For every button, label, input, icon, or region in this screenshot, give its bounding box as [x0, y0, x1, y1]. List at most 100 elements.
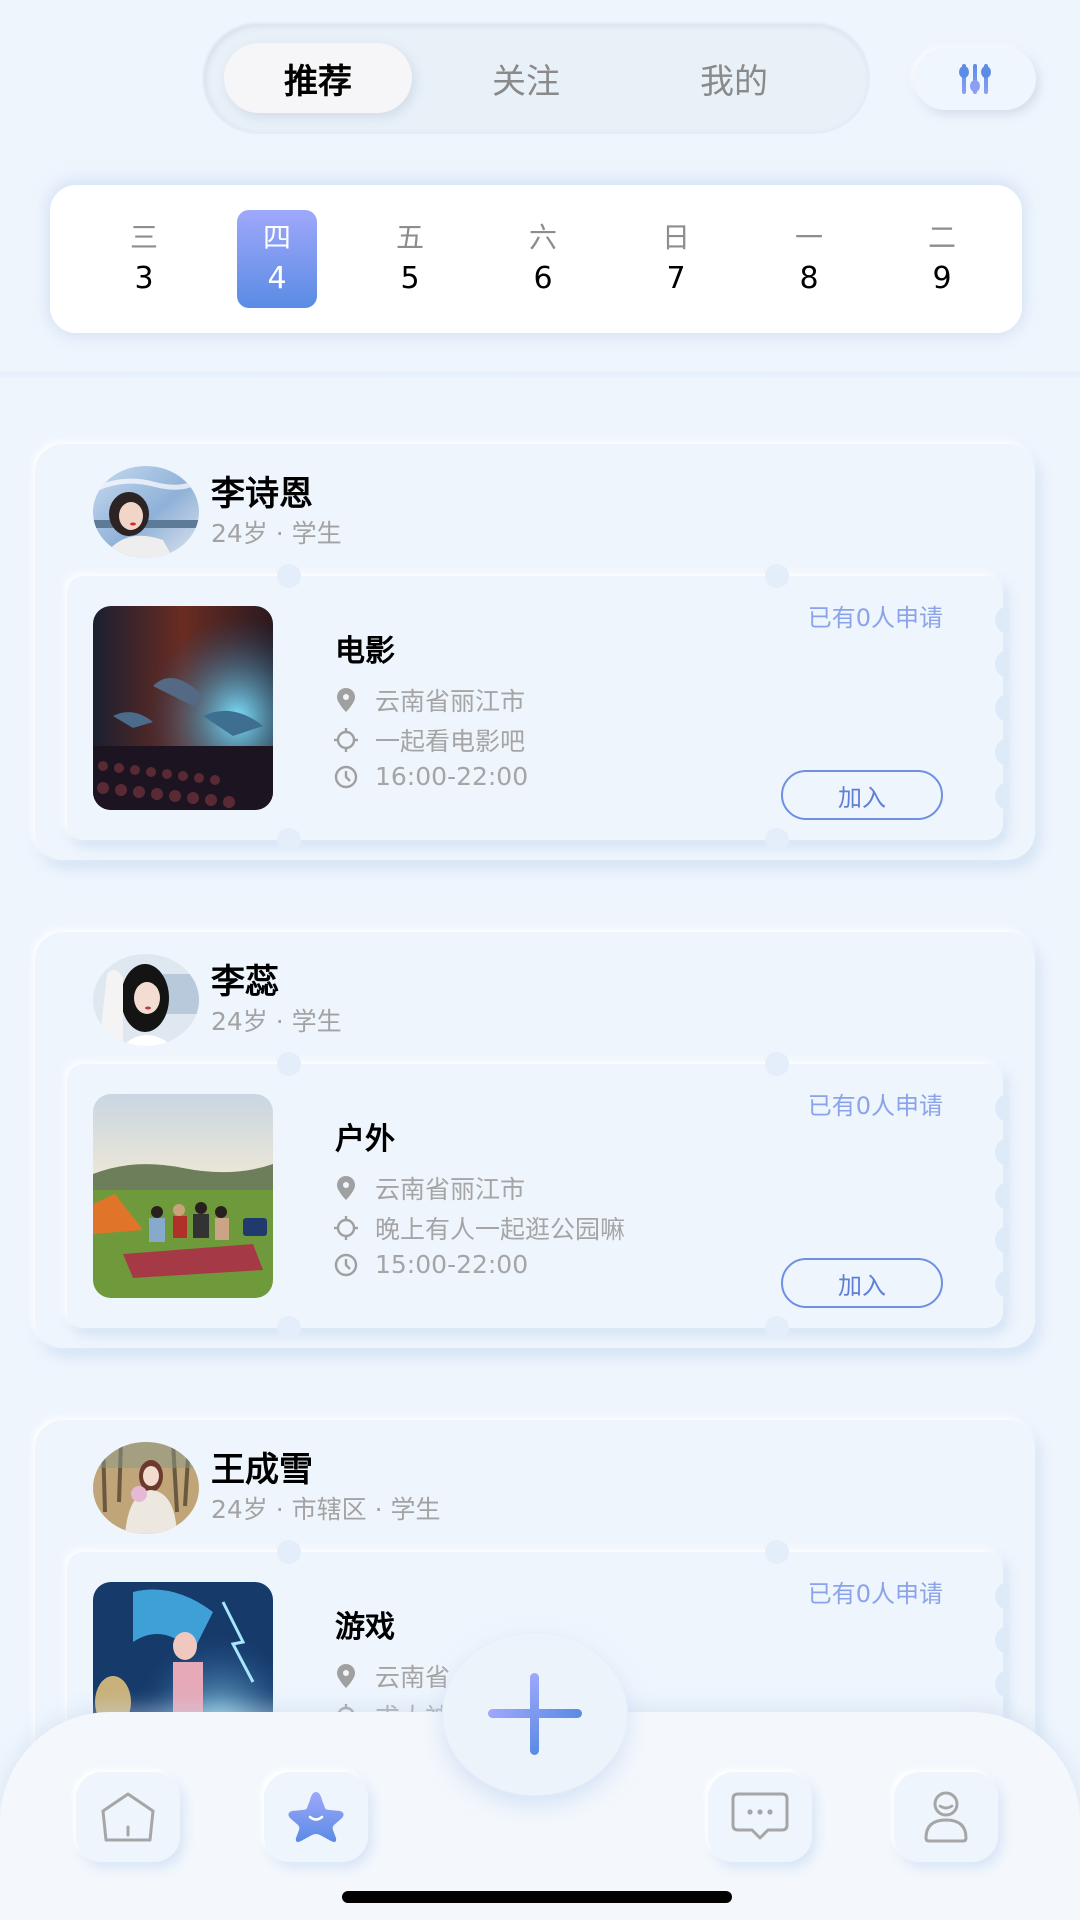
weekday-label: 一 — [794, 221, 823, 254]
weekday-label: 三 — [129, 221, 158, 254]
avatar[interactable] — [93, 954, 199, 1046]
author-meta: 24岁 · 学生 — [211, 1007, 342, 1036]
clock-icon — [333, 1252, 359, 1278]
plus-icon — [488, 1673, 582, 1755]
ticket-edge — [995, 650, 1009, 678]
ticket-edge — [995, 1582, 1009, 1610]
ticket-notch — [765, 1540, 789, 1564]
date-number: 4 — [267, 261, 287, 296]
post-author[interactable]: 王成雪 24岁 · 市辖区 · 学生 — [93, 1442, 441, 1534]
post-card[interactable]: 李蕊 24岁 · 学生 户外 云南省丽江市 晚上有人一起逛公园嘛 15:00-2… — [35, 932, 1035, 1348]
star-icon — [288, 1792, 344, 1842]
date-item[interactable]: 一8 — [769, 210, 849, 308]
ticket-edge — [995, 1094, 1009, 1122]
date-item-selected[interactable]: 四4 — [237, 210, 317, 308]
ticket-edge — [995, 782, 1009, 810]
cinema-image[interactable] — [93, 606, 273, 810]
location-pin-icon — [333, 1175, 359, 1201]
activity-ticket[interactable]: 户外 云南省丽江市 晚上有人一起逛公园嘛 15:00-22:00 已有0人申请 … — [67, 1052, 1009, 1340]
activity-time: 15:00-22:00 — [333, 1250, 528, 1279]
nav-messages[interactable] — [708, 1772, 812, 1862]
date-picker-strip: 三3 四4 五5 六6 日7 一8 二9 — [50, 185, 1022, 333]
ticket-notch — [277, 1316, 301, 1340]
ticket-edge — [995, 1182, 1009, 1210]
header-divider — [0, 370, 1080, 378]
activity-ticket[interactable]: 电影 云南省丽江市 一起看电影吧 16:00-22:00 已有0人申请 加入 — [67, 564, 1009, 852]
activity-time: 16:00-22:00 — [333, 762, 528, 791]
activity-title: 电影 — [335, 634, 395, 669]
filter-button[interactable] — [914, 48, 1036, 110]
date-number: 5 — [400, 261, 420, 296]
tab-recommend[interactable]: 推荐 — [224, 43, 412, 113]
weekday-label: 二 — [927, 221, 956, 254]
weekday-label: 四 — [262, 221, 291, 254]
post-author[interactable]: 李蕊 24岁 · 学生 — [93, 954, 342, 1046]
top-tab-bar: 推荐 关注 我的 — [204, 24, 868, 132]
activity-location: 云南省丽江市 — [333, 682, 525, 718]
date-item[interactable]: 日7 — [636, 210, 716, 308]
nav-profile[interactable] — [894, 1772, 998, 1862]
date-number: 3 — [134, 261, 154, 296]
activity-location: 云南省丽江市 — [333, 1170, 525, 1206]
tab-mine[interactable]: 我的 — [640, 43, 828, 113]
ticket-notch — [277, 1540, 301, 1564]
ticket-edge — [995, 738, 1009, 766]
activity-description: 一起看电影吧 — [333, 722, 525, 758]
ticket-notch — [765, 564, 789, 588]
ticket-edge — [995, 606, 1009, 634]
applicant-count: 已有0人申请 — [807, 1580, 943, 1608]
picnic-image[interactable] — [93, 1094, 273, 1298]
description-text: 一起看电影吧 — [375, 727, 526, 756]
location-pin-icon — [333, 1663, 359, 1689]
avatar[interactable] — [93, 1442, 199, 1534]
location-text: 云南省丽江市 — [375, 687, 526, 716]
date-number: 8 — [799, 261, 819, 296]
date-item[interactable]: 六6 — [503, 210, 583, 308]
ticket-edge — [995, 694, 1009, 722]
join-button[interactable]: 加入 — [781, 770, 943, 820]
date-number: 6 — [533, 261, 553, 296]
ticket-edge — [995, 1626, 1009, 1654]
activity-title: 户外 — [335, 1122, 395, 1157]
create-activity-button[interactable] — [442, 1632, 628, 1796]
date-number: 9 — [932, 261, 952, 296]
ticket-edge — [995, 1670, 1009, 1698]
author-meta: 24岁 · 学生 — [211, 519, 342, 548]
weekday-label: 五 — [395, 221, 424, 254]
date-item[interactable]: 五5 — [370, 210, 450, 308]
clock-icon — [333, 764, 359, 790]
ticket-notch — [765, 1316, 789, 1340]
home-indicator — [342, 1891, 732, 1903]
activity-description: 晚上有人一起逛公园嘛 — [333, 1210, 625, 1246]
weekday-label: 六 — [528, 221, 557, 254]
avatar[interactable] — [93, 466, 199, 558]
ticket-notch — [277, 1052, 301, 1076]
date-item[interactable]: 二9 — [902, 210, 982, 308]
ticket-notch — [765, 1052, 789, 1076]
chat-icon — [731, 1792, 789, 1840]
location-text: 云南省丽江市 — [375, 1175, 526, 1204]
activity-location: 云南省 — [333, 1658, 450, 1694]
location-text: 云南省 — [375, 1663, 451, 1692]
post-card[interactable]: 李诗恩 24岁 · 学生 电影 云南省丽江市 一起看电影吧 16:00-22:0… — [35, 444, 1035, 860]
ticket-edge — [995, 1226, 1009, 1254]
ticket-notch — [765, 828, 789, 852]
tab-following[interactable]: 关注 — [432, 43, 620, 113]
applicant-count: 已有0人申请 — [807, 604, 943, 632]
time-text: 16:00-22:00 — [375, 762, 529, 791]
ticket-edge — [995, 1270, 1009, 1298]
date-number: 7 — [666, 261, 686, 296]
applicant-count: 已有0人申请 — [807, 1092, 943, 1120]
post-author[interactable]: 李诗恩 24岁 · 学生 — [93, 466, 342, 558]
description-text: 晚上有人一起逛公园嘛 — [375, 1215, 626, 1244]
author-name: 王成雪 — [211, 1450, 313, 1490]
nav-home[interactable] — [76, 1772, 180, 1862]
date-item[interactable]: 三3 — [104, 210, 184, 308]
ticket-notch — [277, 828, 301, 852]
nav-discover[interactable] — [264, 1772, 368, 1862]
author-name: 李蕊 — [211, 962, 279, 1002]
target-icon — [333, 727, 359, 753]
ticket-notch — [277, 564, 301, 588]
activity-title: 游戏 — [335, 1610, 395, 1645]
join-button[interactable]: 加入 — [781, 1258, 943, 1308]
